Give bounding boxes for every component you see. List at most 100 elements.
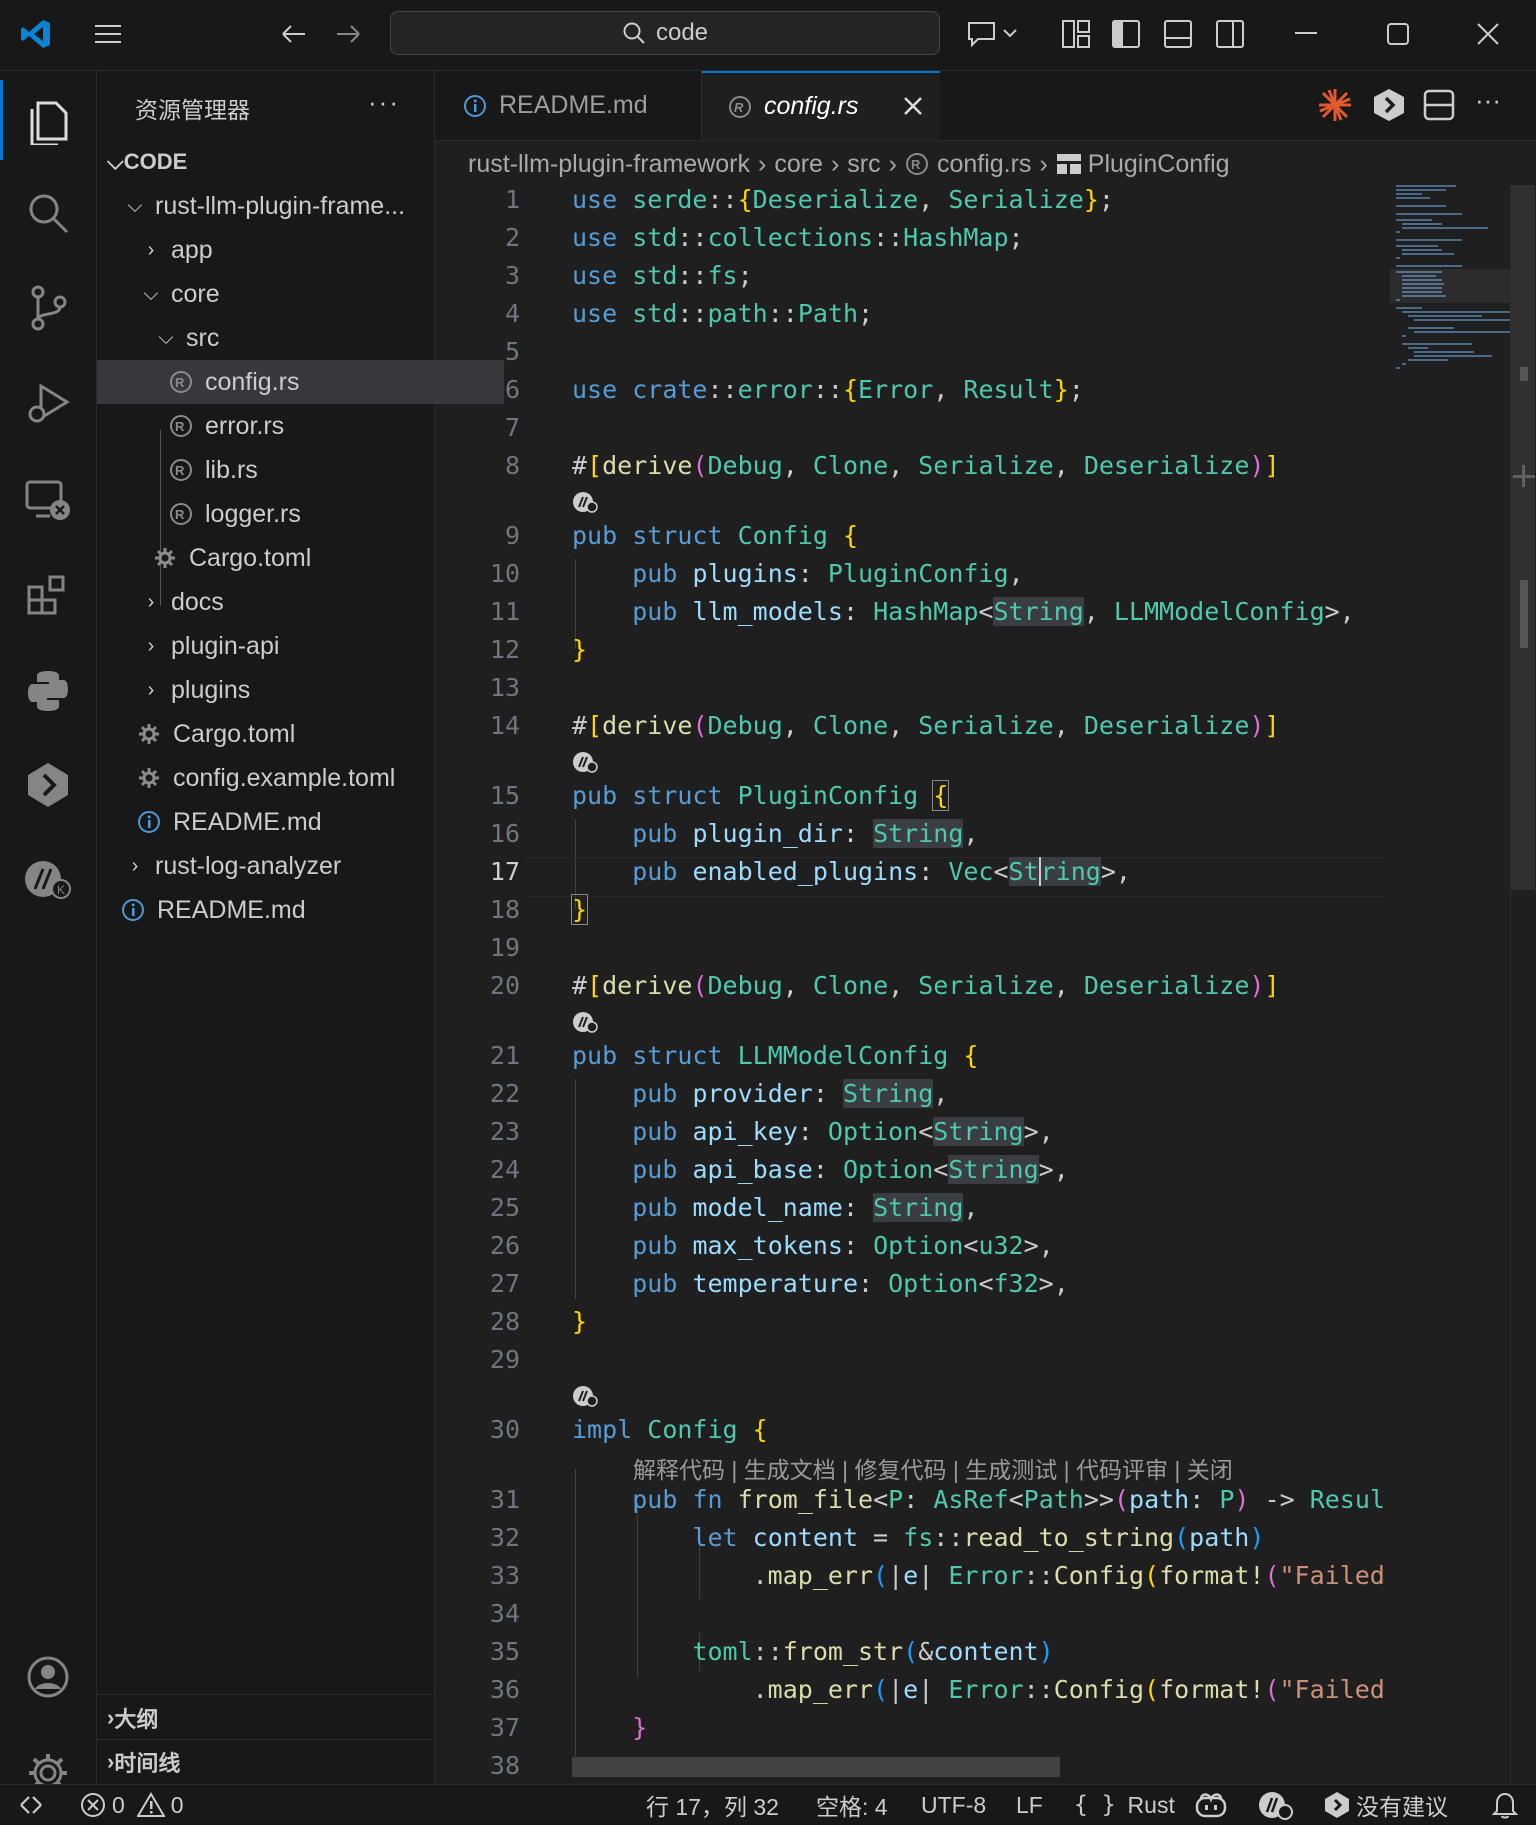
timeline-section[interactable]: › 时间线 xyxy=(97,1740,434,1784)
codeverse-icon[interactable] xyxy=(0,745,96,825)
tree-item-core-cargo-toml[interactable]: Cargo.toml xyxy=(97,536,488,580)
close-window-icon[interactable] xyxy=(1466,12,1510,56)
workspace-root[interactable]: ⌵ CODE xyxy=(97,140,434,184)
search-text: code xyxy=(655,19,709,46)
outline-section[interactable]: › 大纲 xyxy=(97,1696,434,1740)
tree-item-label: README.md xyxy=(173,807,322,836)
customize-layout-icon[interactable] xyxy=(1054,12,1098,56)
minimize-icon[interactable] xyxy=(1284,12,1328,56)
rust-file-icon: R xyxy=(167,368,195,396)
toggle-secondary-sidebar-icon[interactable] xyxy=(1208,12,1252,56)
tree-item-plugin-api[interactable]: › plugin-api xyxy=(97,624,476,668)
gear-file-icon xyxy=(135,764,163,792)
codeverse-action-icon[interactable] xyxy=(1369,85,1409,130)
chevron-right-icon: › xyxy=(147,590,155,613)
tree-item-root-readme-md[interactable]: README.md xyxy=(97,888,456,932)
line-number: 23 xyxy=(489,1117,520,1146)
more-editor-actions-icon[interactable]: ··· xyxy=(1475,85,1501,116)
tree-item-src[interactable]: ⌵ src xyxy=(97,316,491,360)
line-number: 17 xyxy=(489,857,520,886)
indentation[interactable]: 空格: 4 xyxy=(816,1785,888,1825)
tree-item-app[interactable]: › app xyxy=(97,228,476,272)
remote-explorer-icon[interactable] xyxy=(0,460,96,540)
encoding[interactable]: UTF-8 xyxy=(921,1785,986,1825)
back-arrow-icon[interactable] xyxy=(272,12,316,56)
minimap[interactable] xyxy=(1390,185,1510,1784)
more-actions-icon[interactable]: ··· xyxy=(368,87,400,118)
line-number: 16 xyxy=(489,819,520,848)
line-number: 29 xyxy=(489,1345,520,1374)
tree-item-plugins[interactable]: › plugins xyxy=(97,668,476,712)
breadcrumb-item[interactable]: core xyxy=(774,150,823,179)
info-icon xyxy=(119,896,147,924)
python-icon[interactable] xyxy=(0,651,96,731)
language-mode[interactable]: { } Rust xyxy=(1074,1785,1175,1825)
activity-bar: K xyxy=(0,71,97,1792)
command-center-search[interactable]: code xyxy=(390,11,940,55)
tree-item-label: Cargo.toml xyxy=(189,543,312,572)
run-debug-icon[interactable] xyxy=(0,364,96,444)
explorer-icon[interactable] xyxy=(0,80,96,160)
tree-item-readme-md[interactable]: README.md xyxy=(97,800,472,844)
tree-item-cargo-toml[interactable]: Cargo.toml xyxy=(97,712,472,756)
toggle-panel-icon[interactable] xyxy=(1156,12,1200,56)
tab-readme-md[interactable]: README.md xyxy=(435,71,702,140)
code-line: use std::path::Path; xyxy=(572,299,874,328)
remote-indicator-icon[interactable] xyxy=(18,1785,44,1825)
breadcrumb-item[interactable]: config.rs xyxy=(937,150,1031,179)
copilot-icon[interactable] xyxy=(1194,1785,1228,1825)
copilot-chat-icon[interactable] xyxy=(964,12,1024,56)
tree-item-config-example-toml[interactable]: config.example.toml xyxy=(97,756,472,800)
forward-arrow-icon[interactable] xyxy=(326,12,370,56)
kite-status-icon[interactable] xyxy=(1258,1785,1294,1825)
chevron-right-icon: › xyxy=(758,149,767,178)
kite-ai-icon[interactable] xyxy=(572,751,598,780)
cursor-position[interactable]: 行 17，列 32 xyxy=(646,1785,779,1825)
end-of-line[interactable]: LF xyxy=(1016,1785,1043,1825)
tab-label: README.md xyxy=(499,91,648,119)
line-number: 6 xyxy=(504,375,520,404)
tree-item-label: rust-llm-plugin-frame... xyxy=(155,191,406,220)
code-line: #[derive(Debug, Clone, Serialize, Deseri… xyxy=(572,451,1280,480)
maximize-icon[interactable] xyxy=(1376,12,1420,56)
codelens-actions[interactable]: 解释代码 | 生成文档 | 修复代码 | 生成测试 | 代码评审 | 关闭 xyxy=(633,1451,1233,1485)
kite-ai-icon[interactable]: K xyxy=(0,839,96,919)
breadcrumb-item[interactable]: PluginConfig xyxy=(1088,150,1230,179)
kite-ai-icon[interactable] xyxy=(572,1385,598,1414)
code-editor[interactable]: 1 use serde::{Deserialize, Serialize}; 2… xyxy=(435,185,1385,1784)
code-line: pub plugin_dir: String, xyxy=(632,819,979,848)
split-editor-icon[interactable] xyxy=(1421,87,1457,128)
chevron-down-icon: ⌵ xyxy=(127,194,143,217)
kite-ai-icon[interactable] xyxy=(572,491,598,520)
code-line: pub struct PluginConfig { xyxy=(572,780,950,811)
breadcrumb-item[interactable]: src xyxy=(847,150,880,179)
search-view-icon[interactable] xyxy=(0,173,96,253)
codeverse-suggestion-status[interactable]: 没有建议 xyxy=(1324,1785,1448,1825)
line-number: 3 xyxy=(504,261,520,290)
close-tab-icon[interactable] xyxy=(902,95,924,117)
menu-icon[interactable] xyxy=(86,12,130,56)
code-line: use crate::error::{Error, Result}; xyxy=(572,375,1084,404)
problems-indicator[interactable]: 0 0 xyxy=(80,1785,184,1825)
toggle-primary-sidebar-icon[interactable] xyxy=(1104,12,1148,56)
tree-item-rust-llm-plugin-framework[interactable]: ⌵ rust-llm-plugin-frame... xyxy=(97,184,460,228)
source-control-icon[interactable] xyxy=(0,268,96,348)
horizontal-scrollbar[interactable] xyxy=(572,1757,1060,1777)
breadcrumb-item[interactable]: rust-llm-plugin-framework xyxy=(468,150,750,179)
code-line: pub api_key: Option<String>, xyxy=(632,1117,1054,1146)
svg-text:R: R xyxy=(175,419,185,434)
tree-item-core[interactable]: ⌵ core xyxy=(97,272,476,316)
rust-file-icon: R xyxy=(167,456,195,484)
account-icon[interactable] xyxy=(0,1637,96,1717)
claude-spark-icon[interactable] xyxy=(1315,85,1355,130)
vertical-scrollbar[interactable] xyxy=(1510,185,1536,1784)
line-number: 35 xyxy=(489,1637,520,1666)
chevron-right-icon: › xyxy=(888,149,897,178)
tree-item-label: rust-log-analyzer xyxy=(155,851,342,880)
extensions-icon[interactable] xyxy=(0,555,96,635)
tab-config-rs[interactable]: R config.rs xyxy=(702,71,940,140)
tree-item-rust-log-analyzer[interactable]: › rust-log-analyzer xyxy=(97,844,460,888)
tree-item-docs[interactable]: › docs xyxy=(97,580,476,624)
kite-ai-icon[interactable] xyxy=(572,1011,598,1040)
notifications-bell-icon[interactable] xyxy=(1492,1785,1518,1825)
